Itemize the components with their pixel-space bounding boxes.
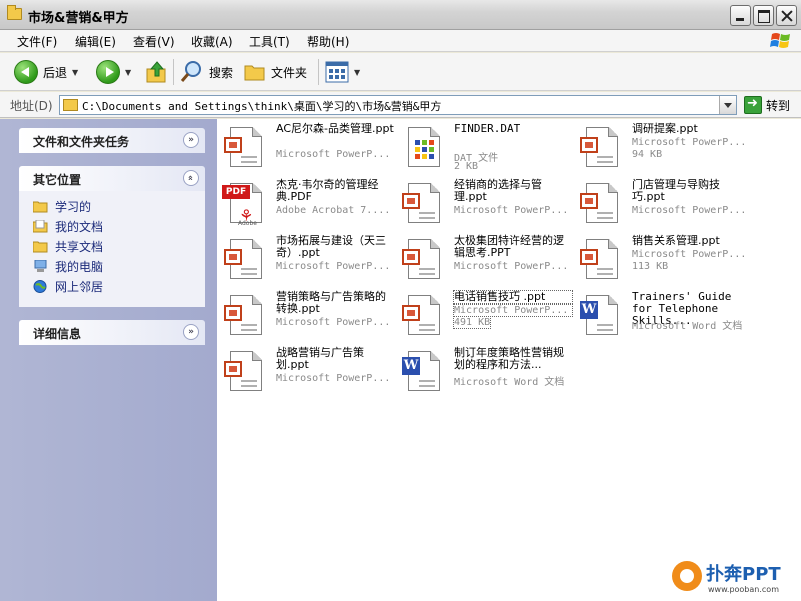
place-link-my-computer[interactable]: 我的电脑 xyxy=(33,258,103,275)
title-bar[interactable]: 市场&营销&甲方 xyxy=(0,0,801,30)
shared-documents-icon xyxy=(33,241,48,253)
file-item-selected[interactable]: 电话销售技巧 .ppt Microsoft PowerP... 491 KB xyxy=(398,290,573,343)
back-button[interactable]: 后退 ▼ xyxy=(14,59,78,85)
powerpoint-file-icon xyxy=(222,125,270,173)
folder-icon xyxy=(7,5,22,20)
file-item[interactable]: ⚘ Adobe PDF 杰克·韦尔奇的管理经典.PDF Adobe Acrobat… xyxy=(220,179,395,231)
file-item[interactable]: 销售关系管理.ppt Microsoft PowerP... 113 KB xyxy=(576,235,751,287)
address-input[interactable]: C:\Documents and Settings\think\桌面\学习的\市… xyxy=(59,95,737,115)
place-link-my-documents[interactable]: 我的文档 xyxy=(33,218,103,235)
folders-label: 文件夹 xyxy=(271,65,308,80)
file-item[interactable]: 市场拓展与建设（天三奇）.ppt Microsoft PowerP... xyxy=(220,235,395,287)
place-link-shared-documents[interactable]: 共享文档 xyxy=(33,238,103,255)
my-computer-icon xyxy=(34,260,47,272)
minimize-button[interactable] xyxy=(730,5,751,26)
other-places-panel: 学习的 我的文档 共享文档 我的电脑 网上邻居 xyxy=(19,191,205,307)
go-arrow-icon[interactable] xyxy=(744,96,762,114)
file-tasks-header[interactable]: 文件和文件夹任务 » xyxy=(19,128,205,153)
powerpoint-file-icon xyxy=(222,349,270,397)
folder-icon xyxy=(33,201,48,213)
details-title: 详细信息 xyxy=(33,327,82,341)
menu-tools[interactable]: 工具(T) xyxy=(249,33,290,50)
file-tasks-title: 文件和文件夹任务 xyxy=(33,135,130,149)
forward-arrow-icon xyxy=(96,60,120,84)
toolbar-separator xyxy=(318,59,319,85)
search-button[interactable]: 搜索 xyxy=(180,59,233,85)
collapse-icon[interactable]: » xyxy=(183,170,199,186)
menu-view[interactable]: 查看(V) xyxy=(133,33,175,50)
file-item[interactable]: 战略营销与广告策划.ppt Microsoft PowerP... xyxy=(220,347,395,399)
file-list: AC尼尔森-品类管理.ppt Microsoft PowerP... FINDE… xyxy=(217,119,801,601)
file-item[interactable]: 调研提案.ppt Microsoft PowerP... 94 KB xyxy=(576,123,751,175)
expand-icon[interactable]: » xyxy=(183,132,199,148)
place-link-study[interactable]: 学习的 xyxy=(33,198,91,215)
chevron-down-icon[interactable]: ▼ xyxy=(125,68,131,77)
file-item[interactable]: W Trainers' Guide for Telephone Skills..… xyxy=(576,291,751,343)
explorer-window: 市场&营销&甲方 文件(F) 编辑(E) 查看(V) 收藏(A) 工具(T) 帮… xyxy=(0,0,801,601)
up-folder-icon xyxy=(146,61,166,83)
file-item[interactable]: 营销策略与广告策略的转换.ppt Microsoft PowerP... xyxy=(220,291,395,343)
place-link-network-places[interactable]: 网上邻居 xyxy=(33,278,103,295)
file-item[interactable]: FINDER.DAT DAT 文件 2 KB xyxy=(398,123,573,175)
menu-file[interactable]: 文件(F) xyxy=(17,33,57,50)
word-file-icon: W xyxy=(400,349,448,397)
folder-icon xyxy=(63,99,78,111)
pdf-file-icon: ⚘ Adobe PDF xyxy=(222,181,270,229)
powerpoint-file-icon xyxy=(578,181,626,229)
pooban-logo-icon xyxy=(672,561,702,591)
powerpoint-file-icon xyxy=(222,293,270,341)
address-label: 地址(D) xyxy=(10,99,53,113)
file-item[interactable]: 门店管理与导购技巧.ppt Microsoft PowerP... xyxy=(576,179,751,231)
dat-file-icon xyxy=(400,125,448,173)
menu-edit[interactable]: 编辑(E) xyxy=(75,33,116,50)
my-documents-icon xyxy=(33,220,48,233)
maximize-button[interactable] xyxy=(753,5,774,26)
search-icon xyxy=(180,61,201,82)
toolbar-separator xyxy=(173,59,174,85)
watermark-brand: 扑奔PPT xyxy=(706,564,781,585)
close-button[interactable] xyxy=(776,5,797,26)
address-dropdown-button[interactable] xyxy=(719,96,736,114)
menu-help[interactable]: 帮助(H) xyxy=(307,33,349,50)
folders-button[interactable]: 文件夹 xyxy=(244,59,307,85)
file-item[interactable]: AC尼尔森-品类管理.ppt Microsoft PowerP... xyxy=(220,123,395,175)
powerpoint-file-icon xyxy=(222,237,270,285)
views-button[interactable]: ▼ xyxy=(325,59,360,85)
address-path[interactable]: C:\Documents and Settings\think\桌面\学习的\市… xyxy=(82,98,441,114)
file-item[interactable]: 经销商的选择与管理.ppt Microsoft PowerP... xyxy=(398,179,573,231)
window-title: 市场&营销&甲方 xyxy=(28,11,129,26)
up-folder-button[interactable] xyxy=(145,59,169,85)
views-icon xyxy=(325,61,349,83)
powerpoint-file-icon xyxy=(578,125,626,173)
chevron-down-icon[interactable]: ▼ xyxy=(72,68,78,77)
watermark: 扑奔PPT www.pooban.com xyxy=(668,557,801,601)
back-label: 后退 xyxy=(43,65,68,80)
powerpoint-file-icon xyxy=(400,293,448,341)
details-header[interactable]: 详细信息 » xyxy=(19,320,205,345)
task-pane: 文件和文件夹任务 » 其它位置 » 学习的 我的文档 共享文档 我的电脑 网上邻… xyxy=(0,119,217,601)
toolbar: 后退 ▼ ▼ 搜索 文件夹 ▼ xyxy=(0,53,801,91)
powerpoint-file-icon xyxy=(400,237,448,285)
forward-button[interactable]: ▼ xyxy=(96,59,131,85)
folder-icon xyxy=(244,65,265,81)
menu-favorites[interactable]: 收藏(A) xyxy=(191,33,233,50)
go-button[interactable]: 转到 xyxy=(766,97,790,114)
word-file-icon: W xyxy=(578,293,626,341)
file-item[interactable]: 太极集团特许经营的逻辑思考.PPT Microsoft PowerP... xyxy=(398,235,573,287)
powerpoint-file-icon xyxy=(400,181,448,229)
address-bar: 地址(D) C:\Documents and Settings\think\桌面… xyxy=(0,92,801,118)
other-places-title: 其它位置 xyxy=(33,173,82,187)
powerpoint-file-icon xyxy=(578,237,626,285)
windows-logo-icon xyxy=(770,33,790,48)
network-places-icon xyxy=(33,280,47,293)
chevron-down-icon[interactable]: ▼ xyxy=(354,68,360,77)
expand-icon[interactable]: » xyxy=(183,324,199,340)
menu-bar: 文件(F) 编辑(E) 查看(V) 收藏(A) 工具(T) 帮助(H) xyxy=(0,30,801,52)
back-arrow-icon xyxy=(14,60,38,84)
file-item[interactable]: W 制订年度策略性营销规划的程序和方法... Microsoft Word 文档 xyxy=(398,347,573,399)
search-label: 搜索 xyxy=(209,65,234,80)
other-places-header[interactable]: 其它位置 » xyxy=(19,166,205,191)
watermark-url: www.pooban.com xyxy=(708,585,779,594)
